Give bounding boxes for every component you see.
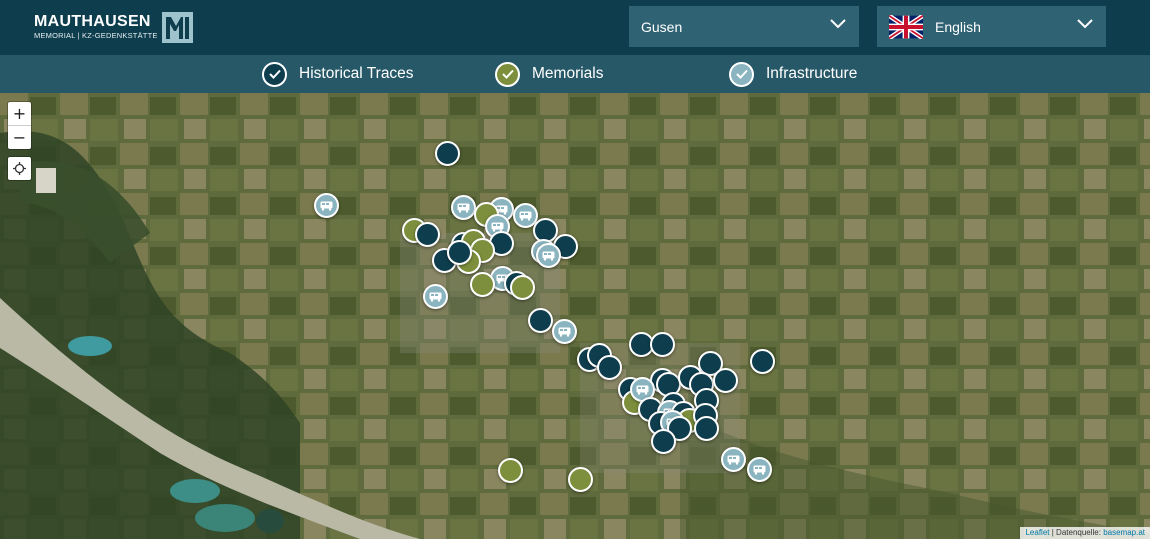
bus-icon (753, 465, 766, 475)
chevron-down-icon (1077, 19, 1093, 29)
category-filter-bar: Historical Traces Memorials Infrastructu… (0, 55, 1150, 93)
basemap-link[interactable]: basemap.at (1103, 528, 1145, 537)
filter-label: Memorials (532, 65, 604, 82)
chevron-down-icon (830, 19, 846, 29)
bus-icon (636, 385, 649, 395)
bus-icon (457, 203, 470, 213)
historical-trace-marker[interactable] (750, 349, 775, 374)
bus-icon (558, 327, 571, 337)
historical-trace-marker[interactable] (713, 368, 738, 393)
memorial-marker[interactable] (498, 458, 523, 483)
check-icon (262, 61, 287, 87)
logo-main-text: MAUTHAUSEN (34, 13, 151, 30)
logo-mark-icon (161, 11, 193, 43)
historical-trace-marker[interactable] (415, 222, 440, 247)
memorial-marker[interactable] (568, 467, 593, 492)
filter-memorials[interactable]: Memorials (495, 61, 603, 87)
uk-flag-icon (889, 14, 923, 39)
location-select[interactable]: Gusen (629, 6, 859, 47)
historical-trace-marker[interactable] (651, 429, 676, 454)
leaflet-link[interactable]: Leaflet (1025, 528, 1049, 537)
memorial-marker[interactable] (470, 272, 495, 297)
location-select-value: Gusen (641, 18, 683, 35)
mauthausen-logo[interactable]: MAUTHAUSEN MEMORIAL | KZ-GEDENKSTÄTTE (34, 11, 193, 43)
attribution-text: | Datenquelle: (1049, 528, 1104, 537)
infrastructure-marker[interactable] (451, 195, 476, 220)
infrastructure-marker[interactable] (536, 243, 561, 268)
memorial-marker[interactable] (510, 275, 535, 300)
bus-icon (491, 222, 504, 232)
bus-icon (429, 292, 442, 302)
logo-text: MAUTHAUSEN MEMORIAL | KZ-GEDENKSTÄTTE (34, 13, 158, 41)
bus-icon (727, 455, 740, 465)
crosshair-icon (13, 162, 26, 175)
historical-trace-marker[interactable] (435, 141, 460, 166)
map-attribution: Leaflet | Datenquelle: basemap.at (1020, 527, 1150, 539)
historical-trace-marker[interactable] (650, 332, 675, 357)
filter-label: Historical Traces (299, 65, 414, 82)
top-header: MAUTHAUSEN MEMORIAL | KZ-GEDENKSTÄTTE Gu… (0, 0, 1150, 55)
historical-trace-marker[interactable] (694, 416, 719, 441)
historical-trace-marker[interactable] (447, 240, 472, 265)
historical-trace-marker[interactable] (528, 308, 553, 333)
infrastructure-marker[interactable] (747, 457, 772, 482)
bus-icon (519, 211, 532, 221)
infrastructure-marker[interactable] (423, 284, 448, 309)
zoom-in-button[interactable]: + (8, 102, 31, 125)
filter-label: Infrastructure (766, 65, 858, 82)
zoom-control: + − (8, 102, 31, 149)
check-icon (729, 61, 754, 87)
language-select-value: English (935, 18, 981, 35)
satellite-map[interactable]: + − Leaflet | Datenquelle: basemap.at (0, 93, 1150, 539)
filter-infrastructure[interactable]: Infrastructure (729, 61, 857, 87)
locate-button[interactable] (8, 157, 31, 180)
bus-icon (320, 201, 333, 211)
logo-sub-text: MEMORIAL | KZ-GEDENKSTÄTTE (34, 31, 158, 40)
check-icon (495, 61, 520, 87)
infrastructure-marker[interactable] (552, 319, 577, 344)
historical-trace-marker[interactable] (597, 355, 622, 380)
zoom-out-button[interactable]: − (8, 126, 31, 149)
language-select[interactable]: English (877, 6, 1106, 47)
bus-icon (542, 251, 555, 261)
infrastructure-marker[interactable] (721, 447, 746, 472)
filter-historical-traces[interactable]: Historical Traces (262, 61, 414, 87)
infrastructure-marker[interactable] (314, 193, 339, 218)
